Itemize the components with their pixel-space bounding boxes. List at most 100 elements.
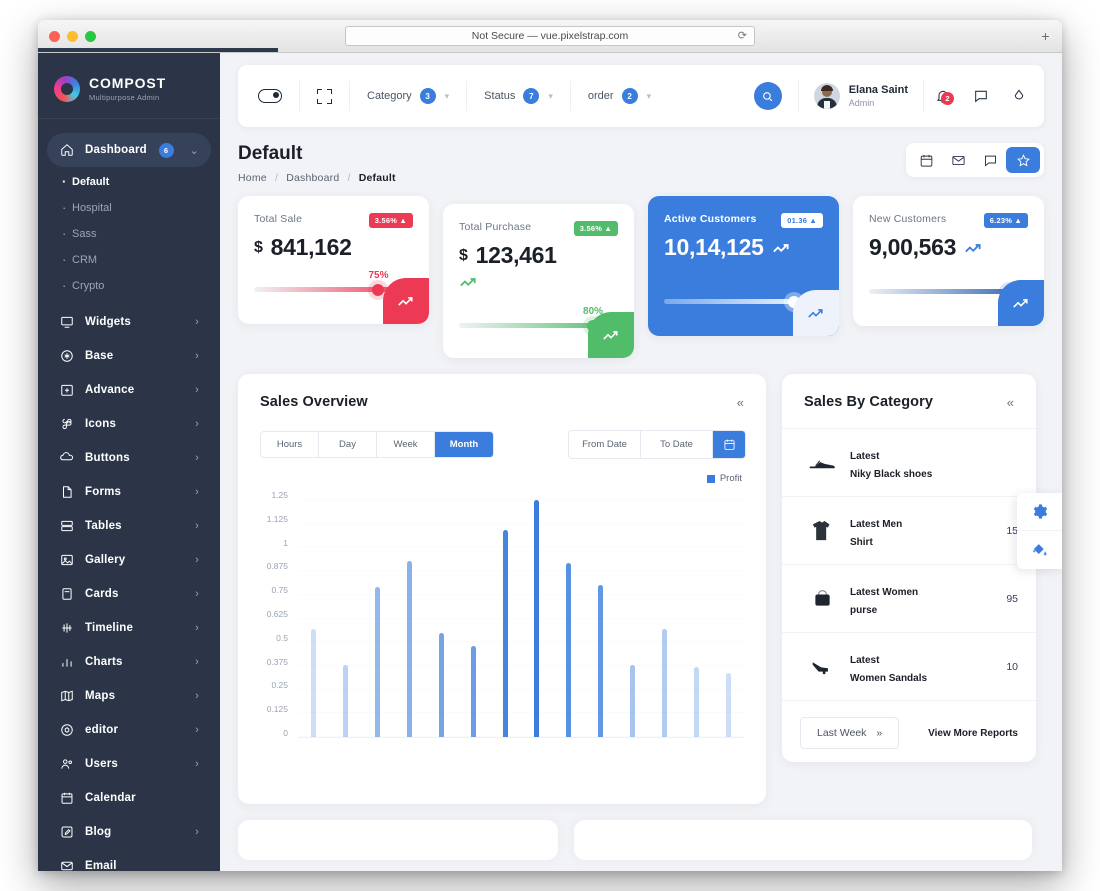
stat-number: 123,461 <box>475 242 557 268</box>
header-chat-button[interactable] <box>974 147 1006 173</box>
browser-titlebar: Not Secure — vue.pixelstrap.com ⟳ + <box>38 20 1062 53</box>
list-item[interactable]: Latest Niky Black shoes <box>782 428 1036 496</box>
breadcrumb-home[interactable]: Home <box>238 172 267 184</box>
tab-week[interactable]: Week <box>377 432 435 457</box>
tab-day[interactable]: Day <box>319 432 377 457</box>
sidebar-item-widgets[interactable]: Widgets › <box>47 305 211 339</box>
chart-bar[interactable] <box>311 628 317 737</box>
list-item[interactable]: Latest Women Sandals 10 <box>782 632 1036 700</box>
sidebar-item-timeline[interactable]: Timeline › <box>47 611 211 645</box>
chart-bar[interactable] <box>725 672 731 737</box>
sidebar-item-users[interactable]: Users › <box>47 747 211 781</box>
tab-hours[interactable]: Hours <box>261 432 319 457</box>
sidebar-item-forms[interactable]: Forms › <box>47 475 211 509</box>
sales-bar-chart: 0 0.125 0.25 0.375 0.5 0.625 0.75 0.875 1 1.125 1.… <box>252 490 750 760</box>
sidebar-subitem-sass[interactable]: Sass <box>38 221 220 247</box>
sidebar-item-gallery[interactable]: Gallery › <box>47 543 211 577</box>
breadcrumb-separator: / <box>347 172 351 184</box>
header-mail-button[interactable] <box>942 147 974 173</box>
sidebar-toggle-button[interactable] <box>238 81 300 111</box>
icons-icon <box>59 417 74 432</box>
stat-card-new-customers[interactable]: New Customers 6.23% ▲ 9,00,563 <box>853 196 1044 326</box>
stat-card-active-customers[interactable]: Active Customers 01.36 ▲ 10,14,125 <box>648 196 839 336</box>
sidebar-item-dashboard[interactable]: Dashboard 6 ⌄ <box>47 133 211 167</box>
sidebar-item-icons[interactable]: Icons › <box>47 407 211 441</box>
bottom-card-right[interactable] <box>574 820 1032 860</box>
stat-card-total-sale[interactable]: Total Sale 3.56% ▲ $841,162 75% <box>238 196 429 324</box>
sidebar-subitem-crm[interactable]: CRM <box>38 247 220 273</box>
tab-month[interactable]: Month <box>435 432 493 457</box>
sidebar-item-blog[interactable]: Blog › <box>47 815 211 849</box>
filter-order[interactable]: order 2 ▾ <box>571 81 668 111</box>
sidebar-item-editor[interactable]: editor › <box>47 713 211 747</box>
reload-icon[interactable]: ⟳ <box>738 29 747 42</box>
search-button[interactable] <box>753 82 782 110</box>
sandal-icon <box>800 657 844 676</box>
collapse-icon[interactable]: « <box>1007 395 1014 410</box>
view-more-reports-link[interactable]: View More Reports <box>928 728 1018 739</box>
messages-button[interactable] <box>962 88 1000 104</box>
list-item[interactable]: Latest Men Shirt 15 <box>782 496 1036 564</box>
user-profile[interactable]: Elana Saint Admin <box>797 80 924 112</box>
chart-bar[interactable] <box>661 628 667 737</box>
sidebar-item-charts[interactable]: Charts › <box>47 645 211 679</box>
brand[interactable]: COMPOST Multipurpose Admin <box>38 53 220 119</box>
theme-color-button[interactable] <box>1017 531 1062 569</box>
date-picker-button[interactable] <box>713 431 745 458</box>
stat-value: $841,162 <box>254 234 413 261</box>
sidebar-subitem-crypto[interactable]: Crypto <box>38 273 220 299</box>
chart-bar[interactable] <box>375 587 381 737</box>
filter-status[interactable]: Status 7 ▾ <box>467 81 571 111</box>
new-tab-button[interactable]: + <box>1037 29 1054 46</box>
sidebar-item-advance[interactable]: Advance › <box>47 373 211 407</box>
chart-bar[interactable] <box>693 666 699 737</box>
sidebar-subitem-hospital[interactable]: Hospital <box>38 195 220 221</box>
chart-bar[interactable] <box>630 664 635 737</box>
bottom-card-left[interactable] <box>238 820 558 860</box>
status-badge: 3.56% ▲ <box>573 221 618 236</box>
sidebar-item-base[interactable]: Base › <box>47 339 211 373</box>
window-controls[interactable] <box>49 30 96 42</box>
sidebar-item-calendar[interactable]: Calendar <box>47 781 211 815</box>
fullscreen-button[interactable] <box>300 81 350 111</box>
sidebar-item-email[interactable]: Email <box>47 849 211 871</box>
breadcrumb-dashboard[interactable]: Dashboard <box>286 172 339 184</box>
chart-legend: Profit <box>238 459 766 484</box>
list-item[interactable]: Latest Women purse 95 <box>782 564 1036 632</box>
to-date-input[interactable]: To Date <box>641 431 713 458</box>
filter-category[interactable]: Category 3 ▾ <box>350 81 468 111</box>
chart-bar[interactable] <box>598 585 604 737</box>
maximize-window-button[interactable] <box>85 30 96 42</box>
sidebar-item-tables[interactable]: Tables › <box>47 509 211 543</box>
sidebar-item-cards[interactable]: Cards › <box>47 577 211 611</box>
collapse-icon[interactable]: « <box>737 395 744 410</box>
stat-card-total-purchase[interactable]: Total Purchase 3.56% ▲ $123,461 80% <box>443 204 634 358</box>
address-bar[interactable]: Not Secure — vue.pixelstrap.com ⟳ <box>345 26 755 46</box>
chart-bar[interactable] <box>343 664 349 737</box>
breadcrumb-separator: / <box>274 172 279 184</box>
from-date-input[interactable]: From Date <box>569 431 641 458</box>
theme-button[interactable] <box>1000 88 1038 104</box>
chart-bar[interactable] <box>502 530 508 737</box>
chevron-right-icon: › <box>195 622 199 634</box>
gallery-icon <box>59 553 74 568</box>
header-star-button[interactable] <box>1006 147 1040 173</box>
chart-bar[interactable] <box>470 646 476 737</box>
chart-bar[interactable] <box>534 500 540 737</box>
last-week-button[interactable]: Last Week » <box>800 717 900 749</box>
sidebar-subitem-default[interactable]: Default <box>38 169 220 195</box>
slider-knob[interactable] <box>372 283 385 296</box>
close-window-button[interactable] <box>49 30 60 42</box>
minimize-window-button[interactable] <box>67 30 78 42</box>
chart-bar[interactable] <box>407 560 412 737</box>
sidebar-item-maps[interactable]: Maps › <box>47 679 211 713</box>
sidebar-item-buttons[interactable]: Buttons › <box>47 441 211 475</box>
settings-button[interactable] <box>1017 493 1062 531</box>
chart-bar[interactable] <box>438 632 444 737</box>
notifications-button[interactable]: 2 <box>924 88 962 105</box>
chart-bar[interactable] <box>566 562 572 737</box>
sidebar-item-label: Icons <box>85 418 117 430</box>
trend-up-arrow: ▲ <box>399 216 407 225</box>
header-calendar-button[interactable] <box>910 147 942 173</box>
envelope-icon <box>951 155 965 165</box>
